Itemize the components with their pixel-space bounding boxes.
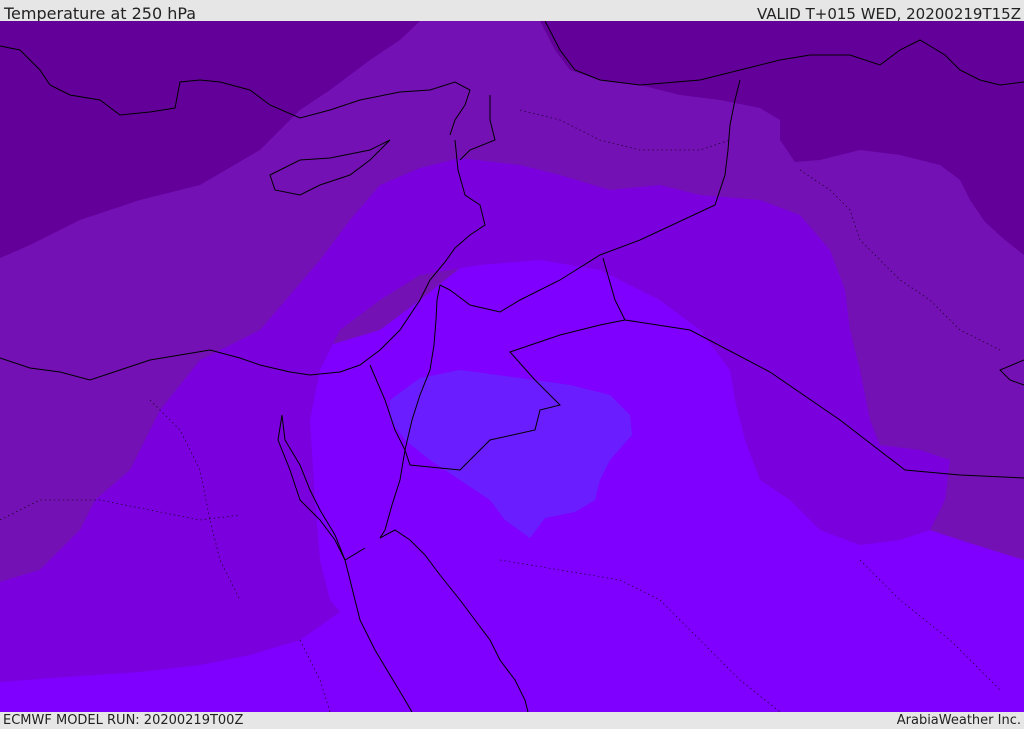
credit-label: ArabiaWeather Inc. [896, 713, 1021, 728]
temperature-map[interactable] [0, 21, 1024, 712]
model-run-label: ECMWF MODEL RUN: 20200219T00Z [3, 713, 244, 728]
header-bar: Temperature at 250 hPa VALID T+015 WED, … [0, 0, 1024, 23]
footer-bar: ECMWF MODEL RUN: 20200219T00Z ArabiaWeat… [0, 712, 1024, 729]
